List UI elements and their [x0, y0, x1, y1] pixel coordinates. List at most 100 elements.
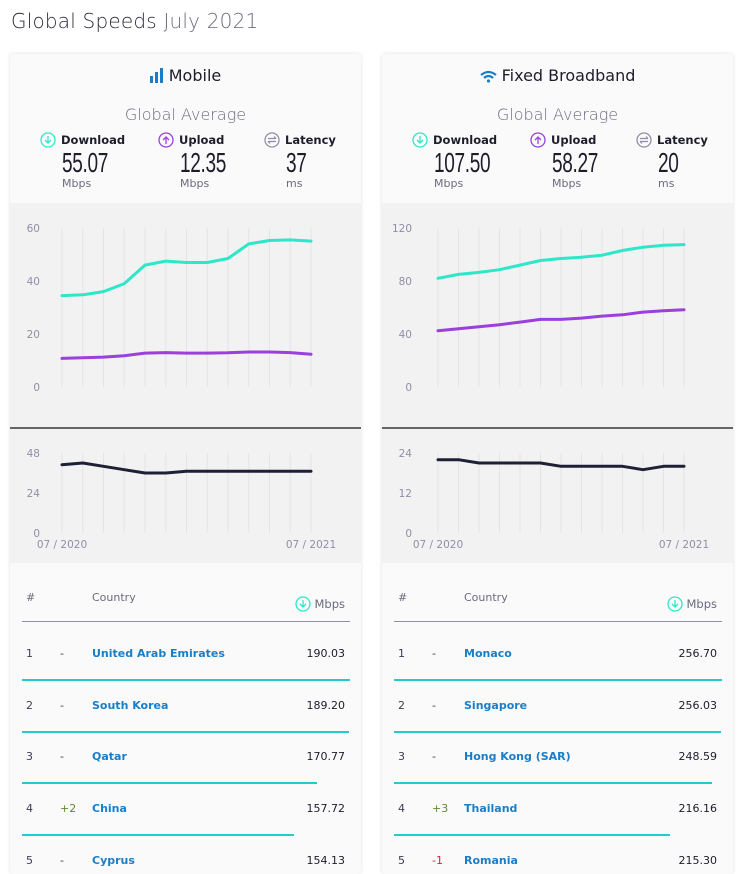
upload-icon	[530, 132, 546, 148]
y-tick-label: 0	[33, 528, 40, 540]
rank-change: -	[60, 750, 64, 764]
metric-unit: Mbps	[62, 177, 92, 190]
header-divider	[22, 621, 350, 622]
rank-change: +2	[60, 802, 77, 816]
rank: 1	[398, 647, 405, 660]
latency-icon	[264, 132, 280, 148]
panel-fixed: Fixed Broadband Global Average Download …	[382, 54, 733, 874]
y-tick-label: 40	[27, 276, 40, 288]
rank: 1	[26, 647, 33, 660]
country-header[interactable]: Country	[92, 591, 136, 604]
country-link[interactable]: Hong Kong (SAR)	[464, 750, 571, 763]
metric-label: Latency	[657, 133, 708, 147]
speed-header[interactable]: Mbps	[667, 596, 717, 612]
metric-unit: Mbps	[552, 177, 582, 190]
rank-change: -	[432, 698, 436, 712]
country-link[interactable]: Monaco	[464, 647, 512, 660]
download-icon	[40, 132, 56, 148]
metric-label: Latency	[285, 133, 336, 147]
country-link[interactable]: Singapore	[464, 699, 527, 712]
download-icon	[667, 596, 684, 612]
page-subtitle: July 2021	[163, 9, 259, 33]
country-link[interactable]: China	[92, 802, 127, 815]
speed-charts: 0 20 40 60 07 / 2020 07 / 2021 0 24 48	[10, 203, 361, 563]
metric-value: 107.50	[434, 147, 491, 178]
y-tick-label: 60	[27, 223, 40, 235]
metric-label: Download	[433, 133, 498, 147]
header-divider	[394, 621, 722, 622]
table-row[interactable]: 3 - Qatar 170.77	[22, 732, 350, 785]
speed-chart-svg: 0 20 40 60 07 / 2020 07 / 2021 0 24 48	[10, 223, 361, 551]
y-tick-label: 0	[405, 528, 412, 540]
page-title-text: Global Speeds	[11, 9, 157, 33]
metric-label: Download	[61, 133, 126, 147]
rank-header: #	[398, 591, 408, 604]
speed-value: 256.70	[678, 647, 718, 660]
rank: 3	[26, 750, 33, 764]
country-link[interactable]: Cyprus	[92, 854, 135, 867]
page-title: Global Speeds July 2021	[11, 9, 258, 33]
country-header[interactable]: Country	[464, 591, 508, 604]
table-row[interactable]: 2 - Singapore 256.03	[394, 681, 722, 733]
table-row[interactable]: 3 - Hong Kong (SAR) 248.59	[394, 732, 722, 785]
speed-value: 190.03	[306, 647, 346, 660]
speed-value: 157.72	[306, 802, 346, 816]
speed-value: 170.77	[306, 750, 346, 764]
upload-icon	[158, 132, 174, 148]
panel-title-text: Fixed Broadband	[501, 66, 636, 85]
rank-change: -	[432, 647, 436, 660]
metric-unit: ms	[286, 177, 303, 190]
rank: 4	[26, 802, 33, 816]
x-tick-label: 07 / 2020	[37, 539, 87, 551]
y-tick-label: 24	[399, 448, 413, 460]
metric-value: 58.27	[552, 147, 598, 178]
metric-download: Download 107.50 Mbps	[412, 132, 522, 190]
y-tick-label: 80	[399, 276, 412, 288]
y-tick-label: 40	[399, 329, 412, 341]
rank: 5	[398, 853, 405, 867]
table-row[interactable]: 4 +2 China 157.72	[22, 784, 350, 837]
rank-header: #	[26, 591, 36, 604]
metric-upload: Upload 58.27 Mbps	[530, 132, 640, 190]
x-tick-label: 07 / 2021	[286, 539, 336, 551]
x-tick-label: 07 / 2020	[413, 539, 463, 551]
rank: 2	[26, 698, 33, 712]
country-link[interactable]: United Arab Emirates	[92, 647, 225, 660]
table-row[interactable]: 1 - United Arab Emirates 190.03	[22, 629, 350, 681]
table-row[interactable]: 1 - Monaco 256.70	[394, 629, 722, 681]
y-tick-label: 0	[33, 382, 40, 394]
signal-bars-icon	[149, 66, 169, 85]
country-link[interactable]: South Korea	[92, 699, 168, 712]
speed-header-label: Mbps	[686, 597, 717, 611]
metric-latency: Latency 20 ms	[636, 132, 733, 190]
speed-value: 215.30	[678, 853, 718, 867]
rank-change: -	[60, 853, 64, 867]
country-link[interactable]: Thailand	[464, 802, 517, 815]
x-tick-label: 07 / 2021	[659, 539, 709, 551]
speed-header[interactable]: Mbps	[295, 596, 345, 612]
metric-value: 20	[658, 147, 679, 178]
metric-unit: Mbps	[434, 177, 464, 190]
y-tick-label: 12	[399, 488, 412, 500]
table-row[interactable]: 4 +3 Thailand 216.16	[394, 784, 722, 837]
rank-change: +3	[432, 802, 449, 816]
y-tick-label: 24	[27, 488, 41, 500]
global-average-label: Global Average	[124, 105, 247, 124]
metric-upload: Upload 12.35 Mbps	[158, 132, 268, 190]
table-row[interactable]: 2 - South Korea 189.20	[22, 681, 350, 733]
country-link[interactable]: Qatar	[92, 750, 127, 763]
metric-value: 55.07	[62, 147, 108, 178]
rank: 4	[398, 802, 405, 816]
rank-change: -	[432, 750, 436, 764]
rank-change: -	[60, 647, 64, 660]
panel-mobile: Mobile Global Average Download 55.07 Mbp…	[10, 54, 361, 874]
metric-value: 37	[286, 147, 307, 178]
table-row[interactable]: 5 -1 Romania 215.30	[394, 836, 722, 874]
country-link[interactable]: Romania	[464, 854, 518, 867]
table-row[interactable]: 5 - Cyprus 154.13	[22, 836, 350, 874]
speed-value: 256.03	[678, 698, 718, 712]
metric-label: Upload	[551, 133, 597, 147]
y-tick-label: 0	[405, 382, 412, 394]
download-icon	[412, 132, 428, 148]
metric-download: Download 55.07 Mbps	[40, 132, 150, 190]
